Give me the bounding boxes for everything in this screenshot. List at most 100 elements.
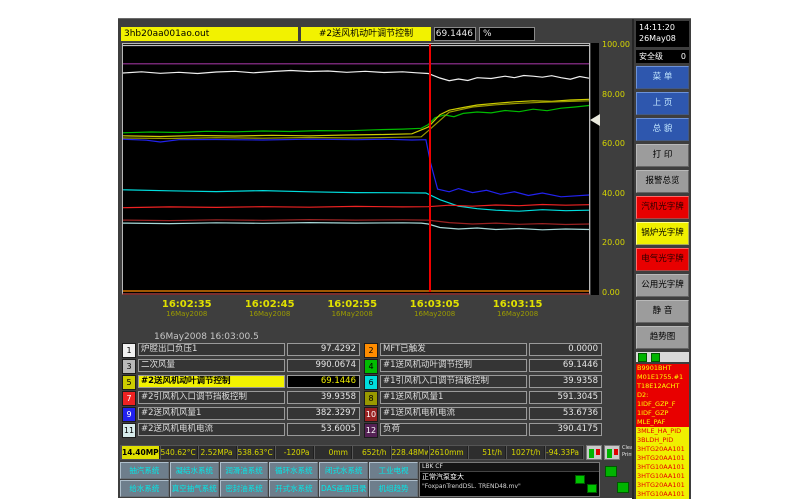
sidebar-button[interactable]: 报警总览 (636, 170, 689, 193)
time-cursor-line[interactable] (429, 44, 431, 292)
legend-pen-name[interactable]: #2送风机电机电流 (138, 423, 285, 436)
sidebar-button[interactable]: 总 貌 (636, 118, 689, 141)
console-message: 正常汽泵变大 (420, 472, 599, 482)
status-value: 14.40MPa (121, 446, 160, 459)
alarm-item[interactable]: 3HTG20AA101 (636, 481, 689, 490)
y-axis-label: 80.00 (602, 90, 625, 99)
clock: 14:11:20 26May08 (636, 21, 689, 47)
legend-row: 10#1送风机电机电流53.6736 (364, 407, 602, 420)
sidebar-button[interactable]: 菜 单 (636, 66, 689, 89)
alarm-item[interactable]: M01E1755.#1 (636, 373, 689, 382)
system-button[interactable]: 密封油系统 (220, 480, 269, 497)
alarm-item[interactable]: MLE_PAF (636, 418, 689, 427)
system-button[interactable]: DAS画面目录 (319, 480, 368, 497)
legend-pen-value: 382.3297 (287, 407, 360, 420)
y-axis-label: 60.00 (602, 139, 625, 148)
legend-pen-name[interactable]: #2送风机风量1 (138, 407, 285, 420)
alarm-item[interactable]: 1IDF_GZP (636, 409, 689, 418)
alarm-item[interactable]: 1IDF_GZP_F (636, 400, 689, 409)
legend-pen-name[interactable]: 炉膛出口负压1 (138, 343, 285, 356)
legend-pen-name[interactable]: 二次风量 (138, 359, 285, 372)
tick-time-label: 16:02:45 (230, 299, 310, 310)
system-button[interactable]: 凝结水系统 (170, 462, 219, 479)
sidebar-button[interactable]: 汽机光字牌 (636, 196, 689, 219)
legend-pen-name[interactable]: #1引风机入口调节挡板控制 (380, 375, 527, 388)
selected-pen-title[interactable]: #2送风机动叶调节控制 (301, 27, 431, 41)
status-value: 0mm (314, 446, 353, 459)
sidebar-button[interactable]: 上 页 (636, 92, 689, 115)
trend-series (123, 205, 589, 208)
system-button[interactable]: 抽汽系统 (120, 462, 169, 479)
trend-chart[interactable] (122, 43, 590, 295)
tick-date-label: 16May2008 (230, 310, 310, 318)
trend-series (123, 106, 589, 133)
legend-pen-name[interactable]: #1送风机动叶调节控制 (380, 359, 527, 372)
tick-time-label: 16:03:05 (395, 299, 475, 310)
legend-pen-name[interactable]: #2送风机动叶调节控制 (138, 375, 285, 388)
legend-row: 11#2送风机电机电流53.6005 (122, 423, 360, 436)
printer-indicator-icon[interactable] (604, 445, 620, 460)
tick-date-label: 16May2008 (478, 310, 558, 318)
legend-pen-name[interactable]: 负荷 (380, 423, 527, 436)
system-button[interactable]: 循环水系统 (269, 462, 318, 479)
legend-pen-value: 97.4292 (287, 343, 360, 356)
trend-series (123, 223, 589, 230)
sidebar-button[interactable]: 锅炉光字牌 (636, 222, 689, 245)
page: { "window": { "titlebar": { "tag": "3hb2… (0, 0, 800, 500)
legend-row: 7#2引风机入口调节挡板控制39.9358 (122, 391, 360, 404)
system-button[interactable]: 给水系统 (120, 480, 169, 497)
system-buttons-row1: 抽汽系统凝结水系统润滑油系统循环水系统闭式水系统工业电视 (120, 462, 418, 479)
legend-pen-value: 53.6736 (529, 407, 602, 420)
sidebar-button[interactable]: 电气光字牌 (636, 248, 689, 271)
alarm-item[interactable]: 3MLE_HA_PID (636, 427, 689, 436)
legend-pen-name[interactable]: #1送风机风量1 (380, 391, 527, 404)
alarm-item[interactable]: 3HTG10AA101 (636, 490, 689, 499)
alarm-item[interactable]: T18E12ACHT (636, 382, 689, 391)
sidebar-button[interactable]: 公用光字牌 (636, 274, 689, 297)
value-pointer-icon[interactable] (590, 114, 600, 126)
tick-date-label: 16May2008 (147, 310, 227, 318)
legend-pen-name[interactable]: #2引风机入口调节挡板控制 (138, 391, 285, 404)
alarm-item[interactable]: B9901BHT (636, 364, 689, 373)
alarm-item[interactable]: 3HTG20AA101 (636, 454, 689, 463)
legend-pen-value: 990.0674 (287, 359, 360, 372)
console-header: LBK CF (420, 463, 599, 472)
system-button[interactable]: 真空抽气系统 (170, 480, 219, 497)
printer-indicator-icon[interactable] (586, 445, 602, 460)
pen-color-chip: 10 (364, 407, 378, 422)
message-console: LBK CF 正常汽泵变大 "FoxpanTrendDSL. TREND48.m… (419, 462, 600, 497)
alarm-item[interactable]: 3BLDH_PID (636, 436, 689, 445)
pen-color-chip: 8 (364, 391, 378, 406)
cursor-timestamp: 16May2008 16:03:00.5 (154, 332, 259, 342)
legend-row: 3二次风量990.0674 (122, 359, 360, 372)
time-tick: 16:02:3516May2008 (147, 299, 227, 318)
x-axis: 16:02:3516May200816:02:4516May200816:02:… (122, 299, 590, 325)
alarm-item[interactable]: 3HTG20AA101 (636, 445, 689, 454)
dcs-window: 3hb20aa001ao.out #2送风机动叶调节控制 69.1446 % 1… (118, 18, 691, 498)
legend-row: 1炉膛出口负压197.4292 (122, 343, 360, 356)
tick-time-label: 16:02:35 (147, 299, 227, 310)
link-status-icons (604, 464, 630, 497)
sidebar-button[interactable]: 趋势图 (636, 326, 689, 349)
sidebar-button[interactable]: 静 音 (636, 300, 689, 323)
system-button[interactable]: 工业电视 (369, 462, 418, 479)
status-value: 1027t/h (506, 446, 545, 459)
legend-pen-name[interactable]: #1送风机电机电流 (380, 407, 527, 420)
sidebar-button[interactable]: 打 印 (636, 144, 689, 167)
legend-pen-value: 69.1446 (287, 375, 360, 388)
alarm-item[interactable]: D2: (636, 391, 689, 400)
legend-pen-name[interactable]: MFT已触发 (380, 343, 527, 356)
status-value: 2610mm (429, 446, 468, 459)
scale-strip (591, 43, 599, 295)
alarm-item[interactable]: 3HTG10AA101 (636, 472, 689, 481)
time-tick: 16:03:0516May2008 (395, 299, 475, 318)
system-button[interactable]: 闭式水系统 (319, 462, 368, 479)
trend-series (123, 71, 589, 81)
alarm-item[interactable]: 3HTG10AA101 (636, 463, 689, 472)
system-button[interactable]: 润滑油系统 (220, 462, 269, 479)
process-status-bar: 14.40MPa540.62°C2.52MPa538.63°C-120Pa0mm… (120, 445, 584, 460)
alarm-list: B9901BHTM01E1755.#1T18E12ACHTD2:1IDF_GZP… (636, 364, 689, 499)
system-button[interactable]: 机组趋势 (369, 480, 418, 497)
point-tag-field[interactable]: 3hb20aa001ao.out (121, 27, 298, 41)
system-button[interactable]: 开式水系统 (269, 480, 318, 497)
